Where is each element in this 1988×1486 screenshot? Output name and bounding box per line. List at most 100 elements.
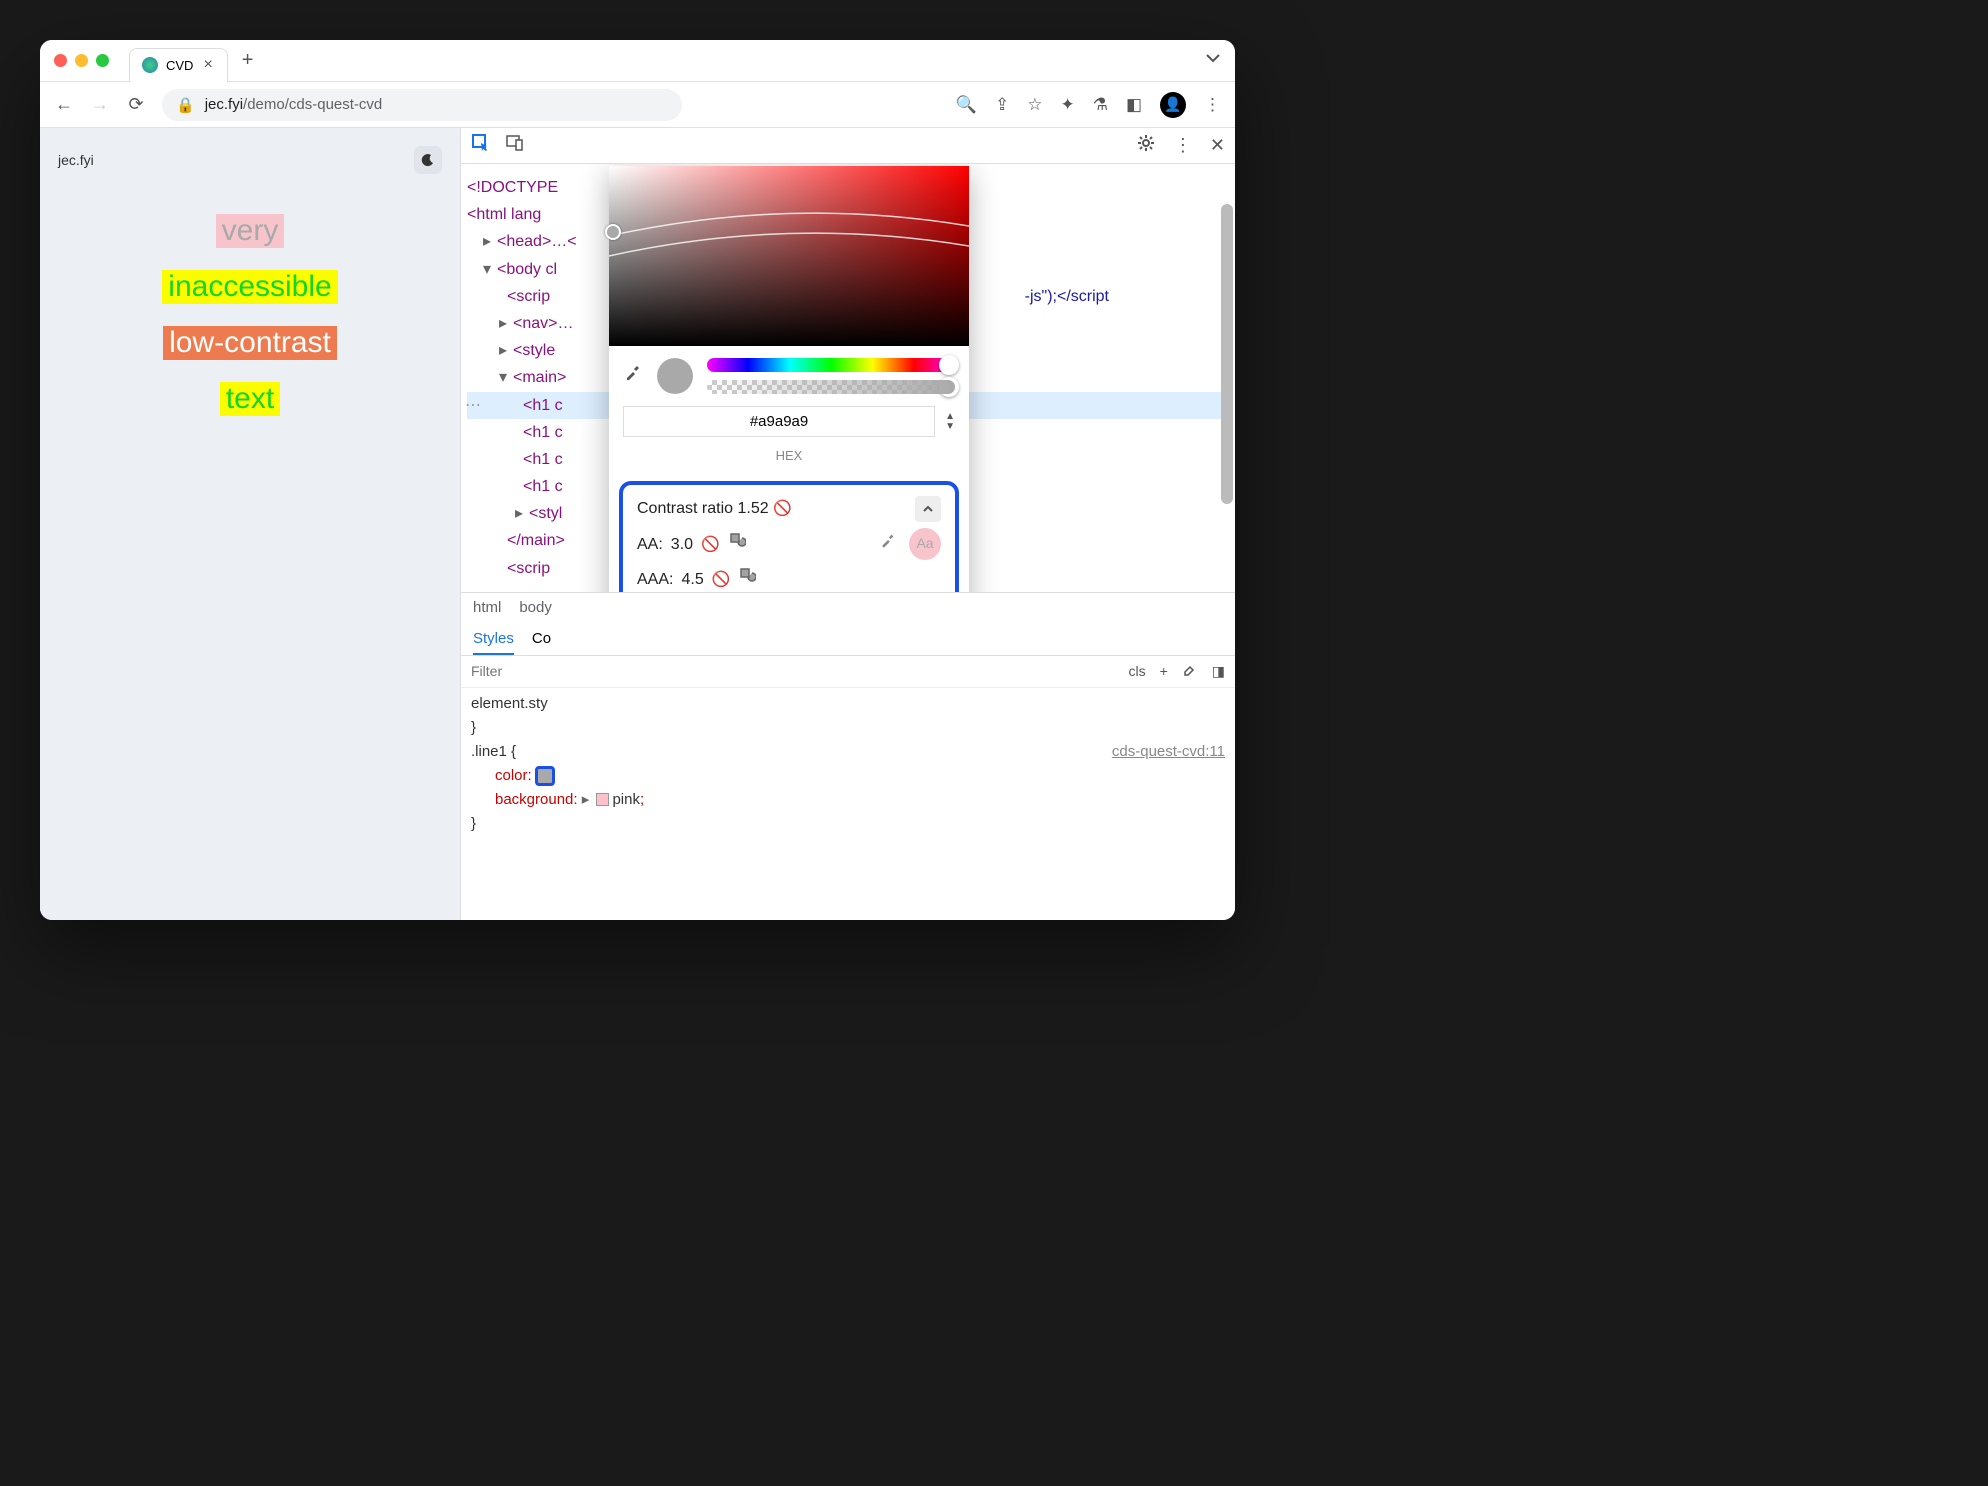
- inspect-element-icon[interactable]: [471, 133, 491, 158]
- h1-node[interactable]: <h1 c: [523, 451, 563, 468]
- dark-mode-toggle[interactable]: [414, 146, 442, 174]
- aa-fix-button[interactable]: [728, 531, 746, 558]
- current-color-swatch: [657, 358, 693, 394]
- chevron-up-icon: [922, 503, 934, 515]
- scrollbar[interactable]: [1221, 204, 1233, 504]
- fail-icon: 🚫: [773, 500, 792, 517]
- breadcrumb-body[interactable]: body: [519, 599, 552, 616]
- devtools-toolbar: ⋮ ✕: [461, 128, 1235, 164]
- extensions-icon[interactable]: ✦: [1060, 95, 1074, 115]
- aaa-label: AAA:: [637, 566, 673, 592]
- closing-brace: }: [471, 815, 476, 832]
- eyedropper-button[interactable]: [623, 361, 643, 392]
- back-button[interactable]: ←: [54, 94, 74, 115]
- url-domain: jec.fyi: [205, 96, 243, 113]
- aa-value: 3.0: [671, 531, 693, 558]
- styles-filter-row: cls + ◨: [461, 656, 1235, 688]
- h1-node[interactable]: <h1 c: [523, 478, 563, 495]
- contrast-eyedropper[interactable]: [879, 531, 897, 558]
- main-close-node: </main>: [507, 532, 565, 549]
- color-picker: ▲▼ HEX Contrast ratio 1.52 🚫: [609, 166, 969, 592]
- alpha-thumb[interactable]: [939, 377, 959, 397]
- titlebar: CVD × +: [40, 40, 1235, 82]
- profile-avatar[interactable]: 👤: [1160, 92, 1186, 118]
- tab-styles[interactable]: Styles: [473, 630, 514, 655]
- labs-icon[interactable]: ⚗: [1093, 95, 1108, 115]
- reload-button[interactable]: ⟳: [126, 94, 146, 115]
- new-tab-button[interactable]: +: [242, 49, 254, 72]
- tab-close-button[interactable]: ×: [201, 56, 214, 74]
- bookmark-icon[interactable]: ☆: [1027, 95, 1042, 115]
- brush-icon: [1182, 662, 1198, 678]
- fix-contrast-icon: [738, 566, 756, 584]
- nav-node[interactable]: <nav>…: [513, 315, 573, 332]
- hue-thumb[interactable]: [939, 355, 959, 375]
- cls-toggle[interactable]: cls: [1128, 663, 1145, 679]
- doctype-node: <!DOCTYPE: [467, 179, 558, 196]
- dom-tree[interactable]: <!DOCTYPE <html lang ▸<head>…< ▾<body cl…: [461, 164, 1235, 592]
- style-node[interactable]: <style: [513, 342, 555, 359]
- maximize-window-button[interactable]: [96, 54, 109, 67]
- h1-node[interactable]: <h1 c: [523, 424, 563, 441]
- fix-contrast-icon: [728, 531, 746, 549]
- aa-label: AA:: [637, 531, 663, 558]
- page-content: jec.fyi very inaccessible low-contrast t…: [40, 128, 460, 920]
- h1-node-selected[interactable]: <h1 c: [523, 397, 563, 414]
- sv-cursor[interactable]: [605, 224, 621, 240]
- saturation-value-field[interactable]: [609, 166, 969, 346]
- body-node[interactable]: <body cl: [497, 261, 557, 278]
- style-node[interactable]: <styl: [529, 505, 562, 522]
- devtools-settings-icon[interactable]: [1136, 133, 1156, 158]
- styles-filter-input[interactable]: [471, 663, 652, 679]
- device-toolbar-icon[interactable]: [505, 133, 525, 158]
- sidepanel-icon[interactable]: ◧: [1126, 95, 1142, 115]
- head-node[interactable]: <head>…<: [497, 233, 577, 250]
- traffic-lights: [54, 54, 109, 67]
- aaa-value: 4.5: [681, 566, 703, 592]
- prop-background[interactable]: background: [495, 791, 573, 808]
- new-style-rule-button[interactable]: +: [1160, 663, 1168, 679]
- script-node[interactable]: <scrip: [507, 288, 550, 305]
- color-swatch-gray[interactable]: [535, 766, 555, 786]
- html-node: <html lang: [467, 206, 541, 223]
- close-window-button[interactable]: [54, 54, 67, 67]
- breadcrumb-html[interactable]: html: [473, 599, 501, 616]
- brace: }: [471, 719, 476, 736]
- site-label: jec.fyi: [58, 152, 94, 168]
- browser-window: CVD × + ← → ⟳ 🔒 jec.fyi/demo/cds-quest-c…: [40, 40, 1235, 920]
- contrast-collapse-button[interactable]: [915, 496, 941, 522]
- contrast-ratio-section: Contrast ratio 1.52 🚫 AA: 3.0 🚫: [619, 481, 959, 592]
- val-background[interactable]: pink: [612, 791, 640, 808]
- dom-breadcrumb: html body: [461, 592, 1235, 622]
- url-field[interactable]: 🔒 jec.fyi/demo/cds-quest-cvd: [162, 89, 682, 121]
- prop-color[interactable]: color: [495, 767, 528, 784]
- aaa-fix-button[interactable]: [738, 566, 756, 592]
- contrast-label: Contrast ratio: [637, 500, 733, 517]
- hue-slider[interactable]: [707, 358, 955, 372]
- share-icon[interactable]: ⇪: [995, 95, 1009, 115]
- contrast-value: 1.52: [738, 500, 769, 517]
- script-node[interactable]: <scrip: [507, 560, 550, 577]
- color-swatch-pink[interactable]: [596, 793, 609, 806]
- source-link[interactable]: cds-quest-cvd:11: [1112, 740, 1225, 764]
- hex-label: HEX: [609, 445, 969, 475]
- element-style-label: element.sty: [471, 695, 548, 712]
- lock-icon: 🔒: [176, 96, 195, 114]
- toolbar-icons: 🔍 ⇪ ☆ ✦ ⚗ ◧ 👤 ⋮: [956, 92, 1221, 118]
- devtools-menu-icon[interactable]: ⋮: [1174, 135, 1192, 156]
- browser-tab[interactable]: CVD ×: [129, 48, 228, 82]
- computed-sidebar-button[interactable]: ◨: [1212, 663, 1225, 680]
- zoom-icon[interactable]: 🔍: [956, 95, 977, 115]
- menu-icon[interactable]: ⋮: [1204, 95, 1221, 115]
- format-switcher[interactable]: ▲▼: [945, 412, 955, 432]
- tabs-overflow[interactable]: [1205, 50, 1221, 71]
- devtools-close-icon[interactable]: ✕: [1210, 135, 1225, 156]
- demo-word-text: text: [220, 382, 280, 416]
- tab-computed[interactable]: Co: [532, 630, 551, 655]
- minimize-window-button[interactable]: [75, 54, 88, 67]
- hex-input[interactable]: [623, 406, 935, 437]
- rendering-button[interactable]: [1182, 662, 1198, 681]
- demo-word-inaccessible: inaccessible: [162, 270, 337, 304]
- alpha-slider[interactable]: [707, 380, 955, 394]
- main-node[interactable]: <main>: [513, 369, 566, 386]
